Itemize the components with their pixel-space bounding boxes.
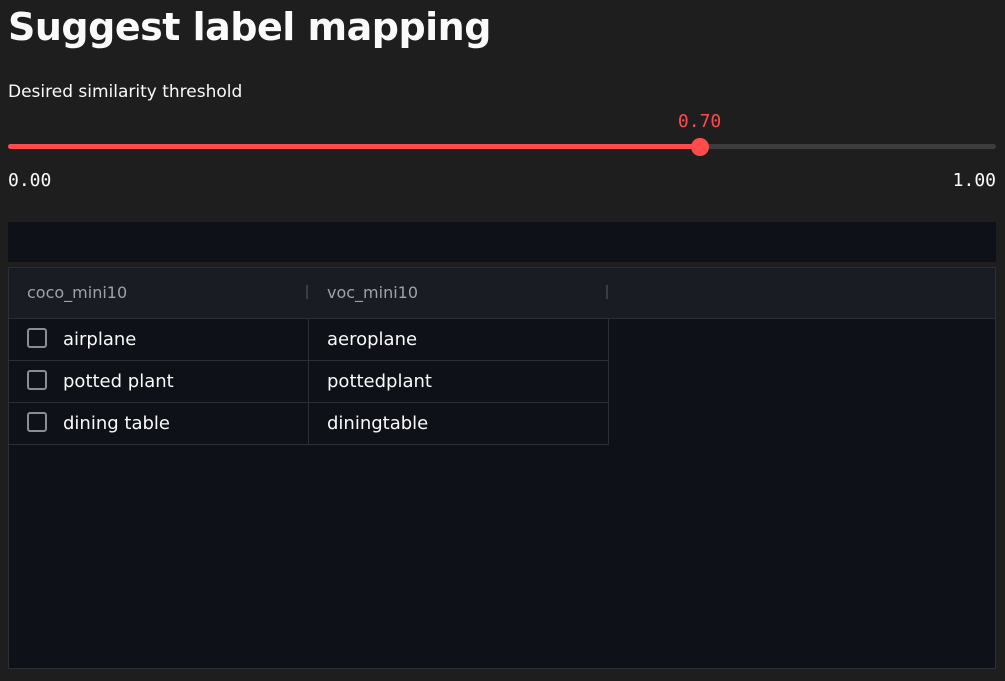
row-checkbox[interactable]: [27, 412, 47, 432]
table-row[interactable]: potted plant pottedplant: [9, 361, 609, 403]
column-resize-handle[interactable]: [306, 285, 308, 299]
slider-min-label: 0.00: [8, 170, 52, 191]
slider-label: Desired similarity threshold: [8, 82, 243, 102]
column-header-coco[interactable]: coco_mini10: [9, 268, 309, 318]
label-mapping-table: coco_mini10 voc_mini10 airplane aeroplan…: [8, 267, 996, 669]
table-header: coco_mini10 voc_mini10: [9, 268, 995, 319]
coco-cell[interactable]: dining table: [9, 403, 309, 444]
coco-cell[interactable]: airplane: [9, 319, 309, 360]
slider-value: 0.70: [677, 111, 722, 132]
row-checkbox[interactable]: [27, 370, 47, 390]
table-row[interactable]: airplane aeroplane: [9, 319, 609, 361]
coco-label: airplane: [63, 329, 137, 350]
column-header-voc[interactable]: voc_mini10: [309, 268, 609, 318]
slider-thumb[interactable]: [690, 137, 709, 156]
slider-max-label: 1.00: [952, 170, 996, 191]
table-row[interactable]: dining table diningtable: [9, 403, 609, 445]
data-editor-toolbar: [8, 222, 996, 262]
voc-cell[interactable]: aeroplane: [309, 319, 609, 360]
slider-fill: [8, 144, 700, 149]
voc-cell[interactable]: diningtable: [309, 403, 609, 444]
coco-cell[interactable]: potted plant: [9, 361, 309, 402]
coco-label: dining table: [63, 413, 170, 434]
column-resize-handle[interactable]: [606, 285, 608, 299]
similarity-threshold-slider[interactable]: [8, 137, 996, 156]
coco-label: potted plant: [63, 371, 174, 392]
page-title: Suggest label mapping: [8, 5, 491, 49]
voc-cell[interactable]: pottedplant: [309, 361, 609, 402]
row-checkbox[interactable]: [27, 328, 47, 348]
